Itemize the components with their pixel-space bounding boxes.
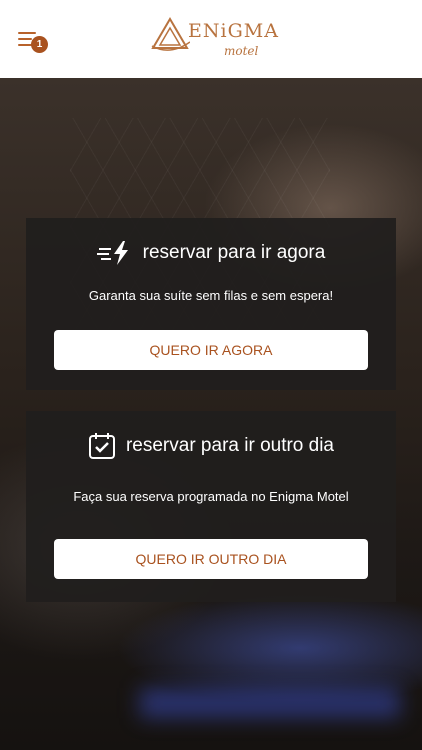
app-header: 1 ENiGMA motel [0, 0, 422, 78]
reserve-other-day-card: reservar para ir outro dia Faça sua rese… [26, 411, 396, 602]
lightning-speed-icon [96, 241, 128, 265]
reserve-other-day-description: Faça sua reserva programada no Enigma Mo… [73, 489, 349, 504]
logo-word: ENiGMA [188, 20, 279, 42]
logo-triangle-icon [151, 17, 190, 51]
reserve-now-title: reservar para ir agora [142, 242, 326, 263]
notification-badge[interactable]: 1 [31, 36, 48, 53]
logo-subtext: motel [224, 44, 259, 58]
reserve-other-day-button[interactable]: QUERO IR OUTRO DIA [54, 539, 368, 579]
reserve-now-card: reservar para ir agora Garanta sua suíte… [26, 218, 396, 390]
reserve-other-day-title: reservar para ir outro dia [125, 435, 335, 456]
reserve-now-button[interactable]: QUERO IR AGORA [54, 330, 368, 370]
enigma-motel-logo: ENiGMA motel [150, 14, 278, 64]
reserve-now-description: Garanta sua suíte sem filas e sem espera… [88, 288, 334, 303]
calendar-check-icon [88, 433, 115, 459]
